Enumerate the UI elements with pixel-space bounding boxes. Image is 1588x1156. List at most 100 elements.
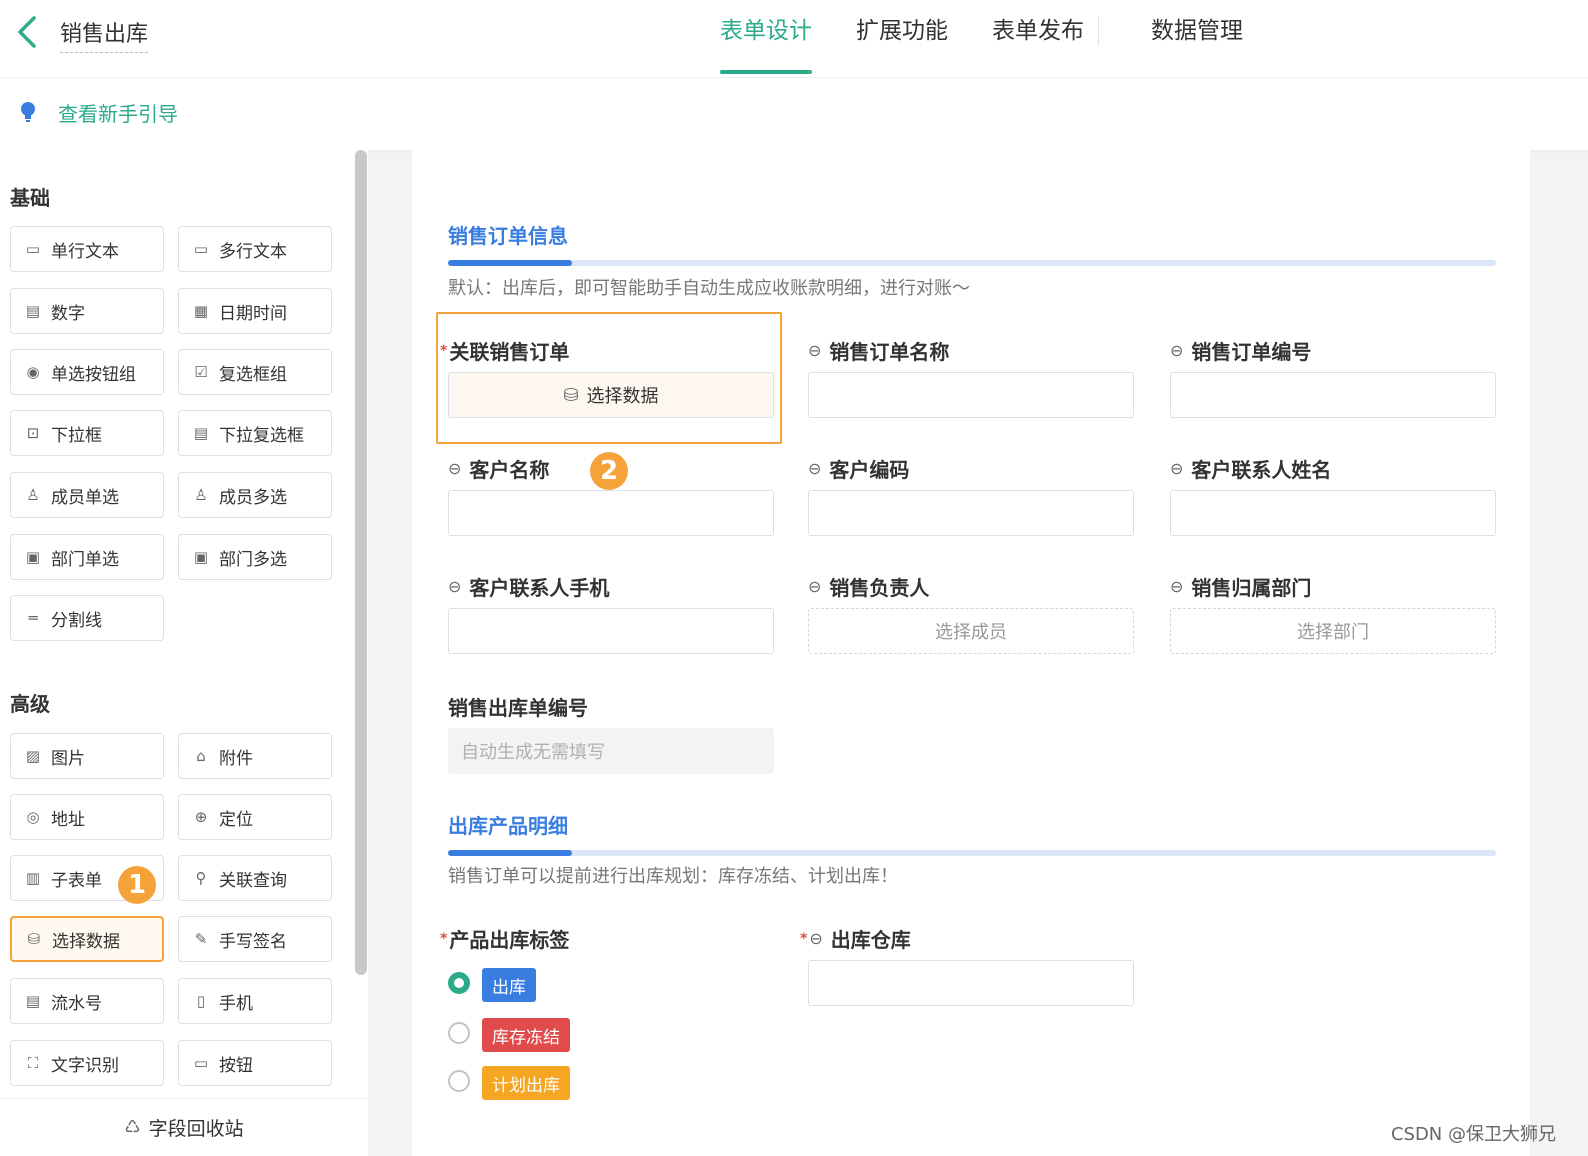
multi-dropdown-icon: ▤	[193, 424, 209, 442]
radio-icon: ◉	[26, 363, 40, 381]
step-badge-1: 1	[118, 866, 156, 904]
section-title-product-detail: 出库产品明细	[448, 814, 568, 838]
tab-form-publish[interactable]: 表单发布	[992, 0, 1084, 78]
radio-planned-outbound[interactable]	[448, 1070, 470, 1092]
top-header: 销售出库 表单设计 扩展功能 表单发布 数据管理	[0, 0, 1588, 78]
order-name-input[interactable]	[808, 372, 1134, 418]
label-text: 客户编码	[829, 458, 910, 482]
serial-icon: ▤	[25, 992, 41, 1010]
divider-icon: ═	[28, 609, 38, 627]
field-linked-query[interactable]: ⚲ 关联查询	[178, 855, 332, 901]
field-label: 日期时间	[219, 303, 287, 324]
sales-dept-picker[interactable]: 选择部门	[1170, 608, 1496, 654]
recycle-label: 字段回收站	[148, 1118, 244, 1140]
field-attachment[interactable]: ⌂ 附件	[178, 733, 332, 779]
field-number[interactable]: ▤ 数字	[10, 288, 164, 334]
database-icon: ⛁	[563, 384, 579, 406]
label-text: 出库仓库	[830, 928, 911, 952]
select-data-button[interactable]: ⛁ 选择数据	[448, 372, 774, 418]
label-order-no: ⊖ 销售订单编号	[1170, 336, 1311, 365]
tab-divider	[1098, 16, 1099, 46]
field-serial-number[interactable]: ▤ 流水号	[10, 978, 164, 1024]
field-radio-group[interactable]: ◉ 单选按钮组	[10, 349, 164, 395]
radio-stock-freeze[interactable]	[448, 1022, 470, 1044]
contact-name-input[interactable]	[1170, 490, 1496, 536]
required-mark: *	[800, 930, 808, 947]
field-select-data[interactable]: ⛁ 选择数据	[10, 916, 164, 962]
lightbulb-icon	[21, 102, 35, 122]
field-image[interactable]: ▨ 图片	[10, 733, 164, 779]
label-text: 销售订单名称	[829, 340, 950, 364]
recycle-icon: ♺	[124, 1117, 141, 1138]
field-checkbox-group[interactable]: ☑ 复选框组	[178, 349, 332, 395]
customer-code-input[interactable]	[808, 490, 1134, 536]
crosshair-icon: ⊕	[194, 808, 208, 826]
field-multi-dropdown[interactable]: ▤ 下拉复选框	[178, 410, 332, 456]
field-label: 复选框组	[219, 364, 287, 385]
field-phone[interactable]: ▯ 手机	[178, 978, 332, 1024]
link-icon: ⊖	[808, 577, 822, 596]
field-label: 图片	[51, 748, 85, 769]
field-recycle-bin[interactable]: ♺ 字段回收站	[0, 1098, 368, 1156]
sales-owner-picker[interactable]: 选择成员	[808, 608, 1134, 654]
customer-name-input[interactable]	[448, 490, 774, 536]
link-icon: ⊖	[808, 341, 822, 360]
field-datetime[interactable]: ▦ 日期时间	[178, 288, 332, 334]
section-desc-order-info: 默认：出库后，即可智能助手自动生成应收账款明细，进行对账～	[448, 278, 970, 299]
field-multi-text[interactable]: ▭ 多行文本	[178, 226, 332, 272]
label-text: 销售订单编号	[1191, 340, 1312, 364]
tag-planned-outbound: 计划出库	[482, 1066, 570, 1100]
warehouse-input[interactable]	[808, 960, 1134, 1006]
field-dropdown[interactable]: ⊡ 下拉框	[10, 410, 164, 456]
field-member-multi[interactable]: ♙ 成员多选	[178, 472, 332, 518]
sidebar-scrollbar[interactable]	[355, 150, 367, 975]
button-icon: ▭	[193, 1054, 209, 1072]
image-icon: ▨	[25, 747, 41, 765]
field-member-single[interactable]: ♙ 成员单选	[10, 472, 164, 518]
field-button[interactable]: ▭ 按钮	[178, 1040, 332, 1086]
phone-icon: ▯	[196, 992, 206, 1010]
outbound-no-input: 自动生成无需填写	[448, 728, 774, 774]
contact-phone-input[interactable]	[448, 608, 774, 654]
field-position[interactable]: ⊕ 定位	[178, 794, 332, 840]
field-label: 多行文本	[219, 241, 287, 262]
field-single-text[interactable]: ▭ 单行文本	[10, 226, 164, 272]
section-bar	[448, 260, 1496, 266]
field-label: 分割线	[51, 610, 102, 631]
field-label: 地址	[51, 809, 85, 830]
calendar-icon: ▦	[193, 302, 209, 320]
field-label: 附件	[219, 748, 253, 769]
app-title[interactable]: 销售出库	[60, 16, 149, 53]
top-tabs: 表单设计 扩展功能 表单发布 数据管理	[720, 0, 1287, 78]
label-warehouse: * ⊖ 出库仓库	[800, 924, 911, 953]
field-label: 成员单选	[51, 487, 119, 508]
link-icon: ⊖	[808, 459, 822, 478]
field-label: 关联查询	[219, 870, 287, 891]
tag-outbound: 出库	[482, 968, 536, 1002]
label-customer-name: ⊖ 客户名称	[448, 454, 549, 483]
subform-icon: ▥	[25, 869, 41, 887]
field-dept-single[interactable]: ▣ 部门单选	[10, 534, 164, 580]
field-label: 子表单	[51, 870, 102, 891]
label-sales-owner: ⊖ 销售负责人	[808, 572, 929, 601]
radio-outbound[interactable]	[448, 972, 470, 994]
field-signature[interactable]: ✎ 手写签名	[178, 916, 332, 962]
field-ocr[interactable]: ⛶ 文字识别	[10, 1040, 164, 1086]
label-text: 销售负责人	[829, 576, 930, 600]
field-address[interactable]: ◎ 地址	[10, 794, 164, 840]
order-no-input[interactable]	[1170, 372, 1496, 418]
ocr-icon: ⛶	[27, 1054, 39, 1072]
field-dept-multi[interactable]: ▣ 部门多选	[178, 534, 332, 580]
guide-link[interactable]: 查看新手引导	[58, 98, 178, 127]
back-arrow-icon[interactable]	[12, 12, 42, 52]
watermark: CSDN @保卫大狮兄	[1390, 1124, 1556, 1145]
section-title-order-info: 销售订单信息	[448, 224, 568, 248]
tab-data-management[interactable]: 数据管理	[1151, 0, 1243, 78]
label-text: 客户联系人姓名	[1191, 458, 1332, 482]
label-linked-order: * 关联销售订单	[440, 336, 569, 365]
field-divider[interactable]: ═ 分割线	[10, 595, 164, 641]
tab-extensions[interactable]: 扩展功能	[856, 0, 948, 78]
link-icon: ⊖	[448, 459, 462, 478]
text-input-icon: ▭	[25, 240, 41, 258]
tab-form-design[interactable]: 表单设计	[720, 0, 812, 78]
